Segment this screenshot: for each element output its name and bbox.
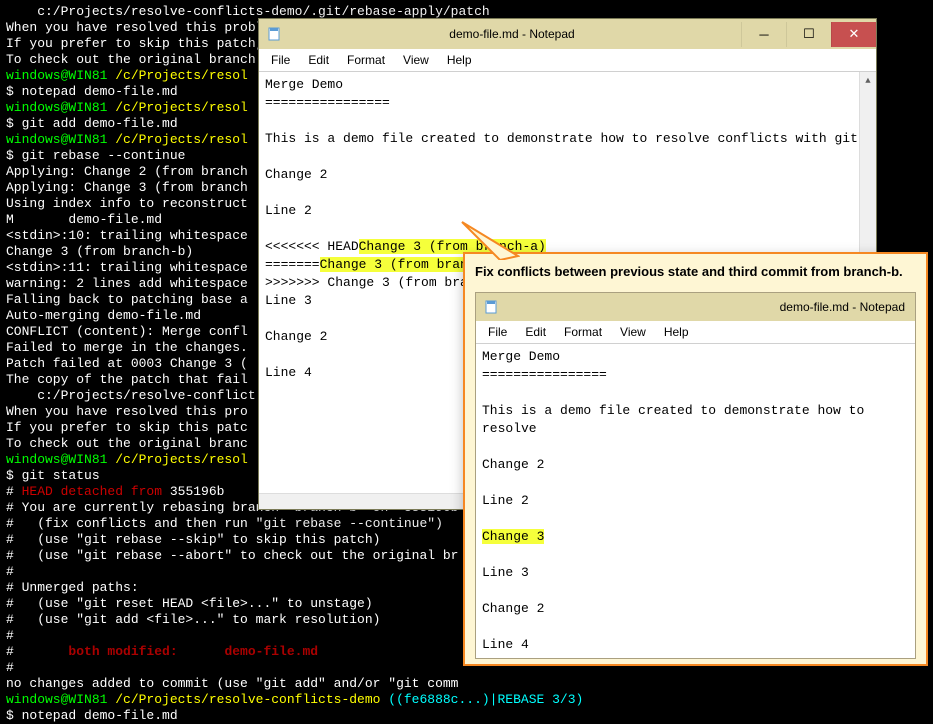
menu-help[interactable]: Help [439, 51, 480, 69]
editor-line: Change 2 [482, 600, 909, 618]
terminal-line: $ notepad demo-file.md [6, 708, 927, 724]
menu-edit[interactable]: Edit [517, 323, 554, 341]
text-editor[interactable]: Merge Demo================ This is a dem… [476, 344, 915, 658]
editor-line [482, 510, 909, 528]
minimize-button[interactable]: ─ [741, 22, 786, 47]
editor-line: Change 2 [265, 166, 870, 184]
scroll-up-icon[interactable]: ▲ [860, 72, 876, 89]
window-title: demo-file.md - Notepad [283, 27, 741, 41]
titlebar[interactable]: demo-file.md - Notepad [476, 293, 915, 321]
editor-line [482, 438, 909, 456]
editor-line [265, 184, 870, 202]
menu-view[interactable]: View [612, 323, 654, 341]
editor-line [482, 618, 909, 636]
callout-text: Fix conflicts between previous state and… [475, 262, 916, 282]
notepad-window-result[interactable]: demo-file.md - Notepad FileEditFormatVie… [475, 292, 916, 659]
editor-line [265, 112, 870, 130]
editor-line: Change 3 [482, 528, 909, 546]
notepad-icon [267, 26, 283, 42]
menu-view[interactable]: View [395, 51, 437, 69]
editor-line [482, 474, 909, 492]
editor-line [482, 546, 909, 564]
editor-line: ================ [482, 366, 909, 384]
notepad-icon [484, 299, 500, 315]
callout-pointer [460, 220, 520, 260]
menu-format[interactable]: Format [339, 51, 393, 69]
editor-line: Merge Demo [482, 348, 909, 366]
window-buttons: ─ ☐ ✕ [741, 22, 876, 47]
menubar: FileEditFormatViewHelp [476, 321, 915, 344]
editor-line: Line 4 [482, 636, 909, 654]
menu-format[interactable]: Format [556, 323, 610, 341]
editor-line [482, 384, 909, 402]
close-button[interactable]: ✕ [831, 22, 876, 47]
editor-line: Change 2 [482, 456, 909, 474]
annotation-callout: Fix conflicts between previous state and… [463, 252, 928, 666]
editor-line: This is a demo file created to demonstra… [482, 402, 909, 438]
editor-line: This is a demo file created to demonstra… [265, 130, 870, 148]
menu-help[interactable]: Help [656, 323, 697, 341]
editor-line: ================ [265, 94, 870, 112]
editor-line: Line 2 [265, 202, 870, 220]
editor-line: Line 2 [482, 492, 909, 510]
menu-file[interactable]: File [263, 51, 298, 69]
window-title: demo-file.md - Notepad [500, 300, 915, 314]
terminal-line: windows@WIN81 /c/Projects/resolve-confli… [6, 692, 927, 708]
terminal-line: no changes added to commit (use "git add… [6, 676, 927, 692]
menu-edit[interactable]: Edit [300, 51, 337, 69]
maximize-button[interactable]: ☐ [786, 22, 831, 47]
menubar: FileEditFormatViewHelp [259, 49, 876, 72]
titlebar[interactable]: demo-file.md - Notepad ─ ☐ ✕ [259, 19, 876, 49]
editor-line: Line 3 [482, 564, 909, 582]
menu-file[interactable]: File [480, 323, 515, 341]
editor-line [482, 582, 909, 600]
editor-line [265, 148, 870, 166]
editor-line: Merge Demo [265, 76, 870, 94]
editor-line [265, 220, 870, 238]
